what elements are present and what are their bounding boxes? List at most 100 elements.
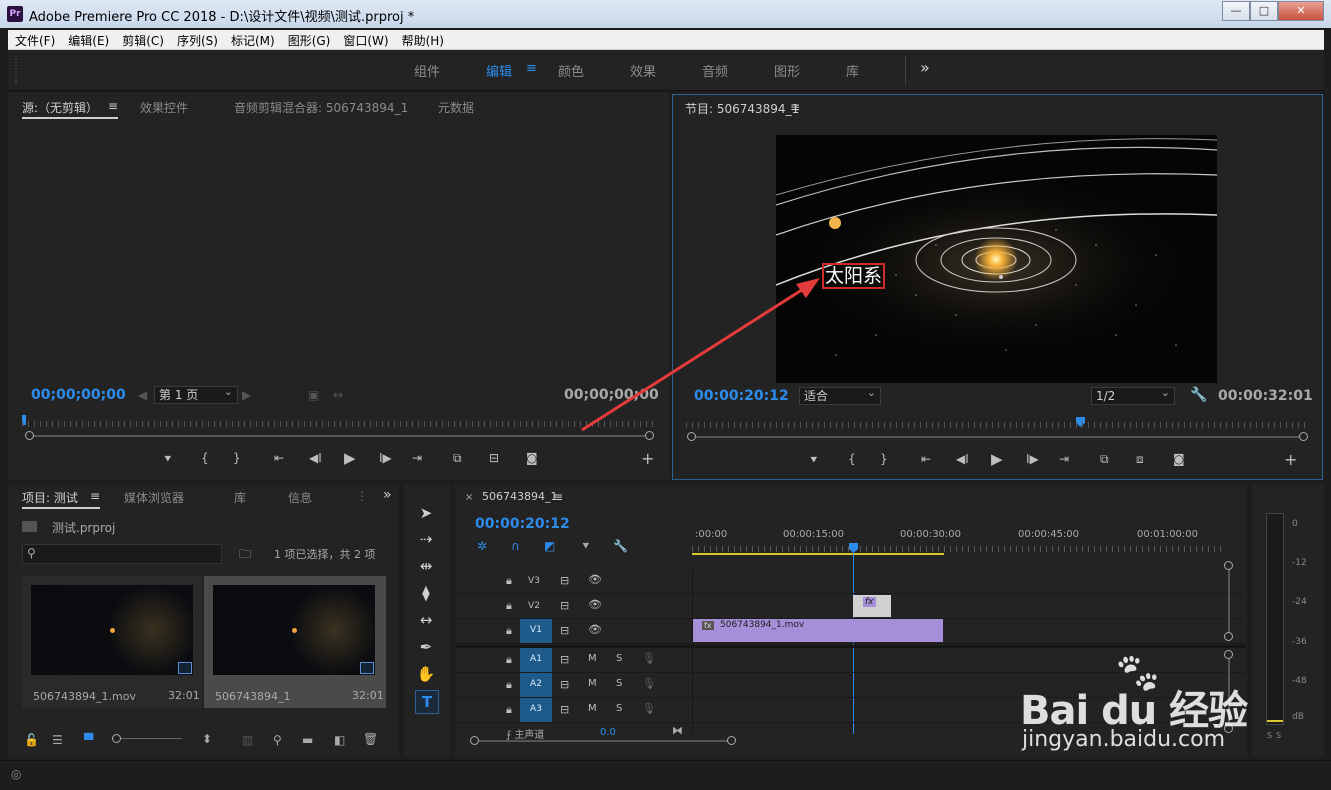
- track-a1[interactable]: 🔒︎ A1 ⊟ M S 🎙︎: [456, 648, 1246, 673]
- menu-clip[interactable]: 剪辑(C): [115, 30, 170, 49]
- panel-menu-icon[interactable]: ≡: [108, 99, 118, 113]
- menu-file[interactable]: 文件(F): [8, 30, 61, 49]
- maximize-button[interactable]: □: [1250, 1, 1278, 21]
- master-volume-value[interactable]: 0.0: [600, 727, 616, 738]
- add-marker-icon[interactable]: ⯆: [163, 452, 173, 467]
- sync-lock-icon[interactable]: ⊟: [560, 653, 569, 666]
- playback-resolution-select[interactable]: 1/2: [1091, 385, 1175, 405]
- track-label-v2[interactable]: V2: [523, 595, 545, 617]
- solo-button[interactable]: S: [616, 653, 622, 664]
- menu-graphics[interactable]: 图形(G): [281, 30, 337, 49]
- next-page-icon[interactable]: ▶: [242, 388, 251, 402]
- menu-markers[interactable]: 标记(M): [224, 30, 281, 49]
- lock-icon[interactable]: 🔒︎: [506, 703, 512, 717]
- go-to-out-icon[interactable]: ⇥: [412, 451, 422, 465]
- close-button[interactable]: ✕: [1278, 1, 1324, 21]
- sync-lock-icon[interactable]: ⊟: [560, 678, 569, 691]
- mark-out-icon[interactable]: }: [233, 451, 241, 465]
- menu-sequence[interactable]: 序列(S): [170, 30, 224, 49]
- source-playhead-timecode[interactable]: 00;00;00;00: [31, 387, 126, 403]
- tab-effect-controls[interactable]: 效果控件: [140, 99, 188, 116]
- razor-tool-icon[interactable]: ⧫: [415, 582, 437, 604]
- overwrite-icon[interactable]: ⊟: [489, 451, 499, 465]
- timeline-h-scrollbar[interactable]: [476, 740, 732, 742]
- program-zoom-handle-right[interactable]: [1299, 432, 1308, 441]
- add-marker-icon[interactable]: ⯆: [809, 453, 819, 468]
- step-back-icon[interactable]: ◀I: [956, 452, 969, 466]
- step-forward-icon[interactable]: I▶: [379, 451, 392, 465]
- tab-audio-clip-mixer[interactable]: 音频剪辑混合器: 506743894_1: [234, 99, 408, 116]
- tab-metadata[interactable]: 元数据: [438, 99, 474, 116]
- nest-toggle-icon[interactable]: ✲: [477, 539, 487, 553]
- mute-button[interactable]: M: [588, 678, 597, 689]
- snap-magnet-icon[interactable]: ∩: [511, 539, 520, 553]
- lock-icon[interactable]: 🔒︎: [506, 624, 512, 638]
- insert-icon[interactable]: ⧉: [453, 451, 462, 466]
- step-forward-icon[interactable]: I▶: [1026, 452, 1039, 466]
- sync-lock-icon[interactable]: ⊟: [560, 624, 569, 637]
- h-scroll-handle-right[interactable]: [727, 736, 736, 745]
- title-graphic-clip[interactable]: fx: [853, 595, 891, 617]
- workspace-tab-editing[interactable]: 编辑: [486, 61, 512, 80]
- automate-icon[interactable]: ▥: [242, 733, 253, 747]
- tab-libraries[interactable]: 库: [234, 489, 246, 506]
- new-search-bin-icon[interactable]: 🗀: [239, 545, 251, 566]
- sync-lock-icon[interactable]: ⊟: [560, 703, 569, 716]
- step-back-icon[interactable]: ◀I: [309, 451, 322, 465]
- eye-icon[interactable]: 👁︎: [588, 573, 602, 586]
- eye-icon[interactable]: 👁︎: [588, 598, 602, 611]
- video-v-scrollbar[interactable]: [1228, 568, 1230, 634]
- lock-icon[interactable]: 🔒︎: [506, 599, 512, 613]
- source-zoom-scrollbar[interactable]: [30, 435, 650, 437]
- project-search-input[interactable]: [41, 546, 215, 562]
- audio-v-scrollbar[interactable]: [1228, 656, 1230, 728]
- track-label-a1[interactable]: A1: [520, 648, 552, 672]
- microphone-icon[interactable]: 🎙︎: [642, 702, 656, 715]
- type-tool-icon[interactable]: T: [415, 690, 439, 714]
- page-select[interactable]: 第 1 页: [154, 384, 238, 404]
- audio-scroll-handle-top[interactable]: [1224, 650, 1233, 659]
- lock-icon[interactable]: 🔓: [24, 733, 39, 747]
- h-scroll-handle-left[interactable]: [470, 736, 479, 745]
- find-icon[interactable]: ⚲: [273, 733, 282, 747]
- creative-cloud-icon[interactable]: ◎: [11, 767, 21, 781]
- workspace-tab-audio[interactable]: 音频: [702, 61, 728, 80]
- camera-icon[interactable]: ◙: [526, 451, 538, 465]
- timeline-settings-wrench-icon[interactable]: 🔧: [613, 539, 628, 553]
- menu-edit[interactable]: 编辑(E): [61, 30, 115, 49]
- microphone-icon[interactable]: 🎙︎: [642, 677, 656, 690]
- pen-tool-icon[interactable]: ✒: [415, 636, 437, 658]
- meter-solo-left[interactable]: S: [1267, 731, 1272, 740]
- icon-view-icon[interactable]: ▀: [84, 733, 93, 747]
- close-tab-icon[interactable]: ×: [465, 492, 473, 503]
- trash-icon[interactable]: 🗑: [363, 732, 378, 746]
- audio-scroll-handle-bottom[interactable]: [1224, 724, 1233, 733]
- ripple-edit-tool-icon[interactable]: ⇹: [415, 555, 437, 577]
- tab-project[interactable]: 项目: 测试: [22, 489, 78, 506]
- track-label-v1[interactable]: V1: [520, 619, 552, 643]
- add-button-icon[interactable]: +: [1284, 450, 1297, 469]
- project-item-sequence[interactable]: 506743894_1 32:01: [204, 576, 386, 708]
- menu-window[interactable]: 窗口(W): [336, 30, 394, 49]
- workspace-overflow-icon[interactable]: »: [920, 58, 930, 77]
- lock-icon[interactable]: 🔒︎: [506, 653, 512, 667]
- add-button-icon[interactable]: +: [641, 449, 654, 468]
- project-search-field[interactable]: ⚲: [22, 544, 222, 564]
- mark-in-icon[interactable]: {: [848, 452, 856, 466]
- solo-button[interactable]: S: [616, 703, 622, 714]
- solo-button[interactable]: S: [616, 678, 622, 689]
- slider-handle[interactable]: [112, 734, 121, 743]
- hamburger-icon[interactable]: ≡: [526, 61, 537, 76]
- extract-icon[interactable]: ⧈: [1136, 452, 1144, 467]
- overlay-title-text[interactable]: 太阳系: [822, 263, 886, 289]
- track-select-tool-icon[interactable]: ⇢: [415, 528, 437, 550]
- program-panel-title[interactable]: 节目: 506743894_1: [685, 100, 799, 117]
- v-scroll-handle-bottom[interactable]: [1224, 632, 1233, 641]
- hand-tool-icon[interactable]: ✋: [415, 663, 437, 685]
- timeline-ruler[interactable]: [692, 546, 1222, 552]
- mute-button[interactable]: M: [588, 653, 597, 664]
- project-item-clip[interactable]: 506743894_1.mov 32:01: [22, 576, 202, 708]
- compare-icon[interactable]: ↔: [333, 388, 343, 402]
- track-v2[interactable]: 🔒︎ V2 ⊟ 👁︎ fx: [456, 594, 1246, 619]
- play-icon[interactable]: ▶: [344, 449, 356, 467]
